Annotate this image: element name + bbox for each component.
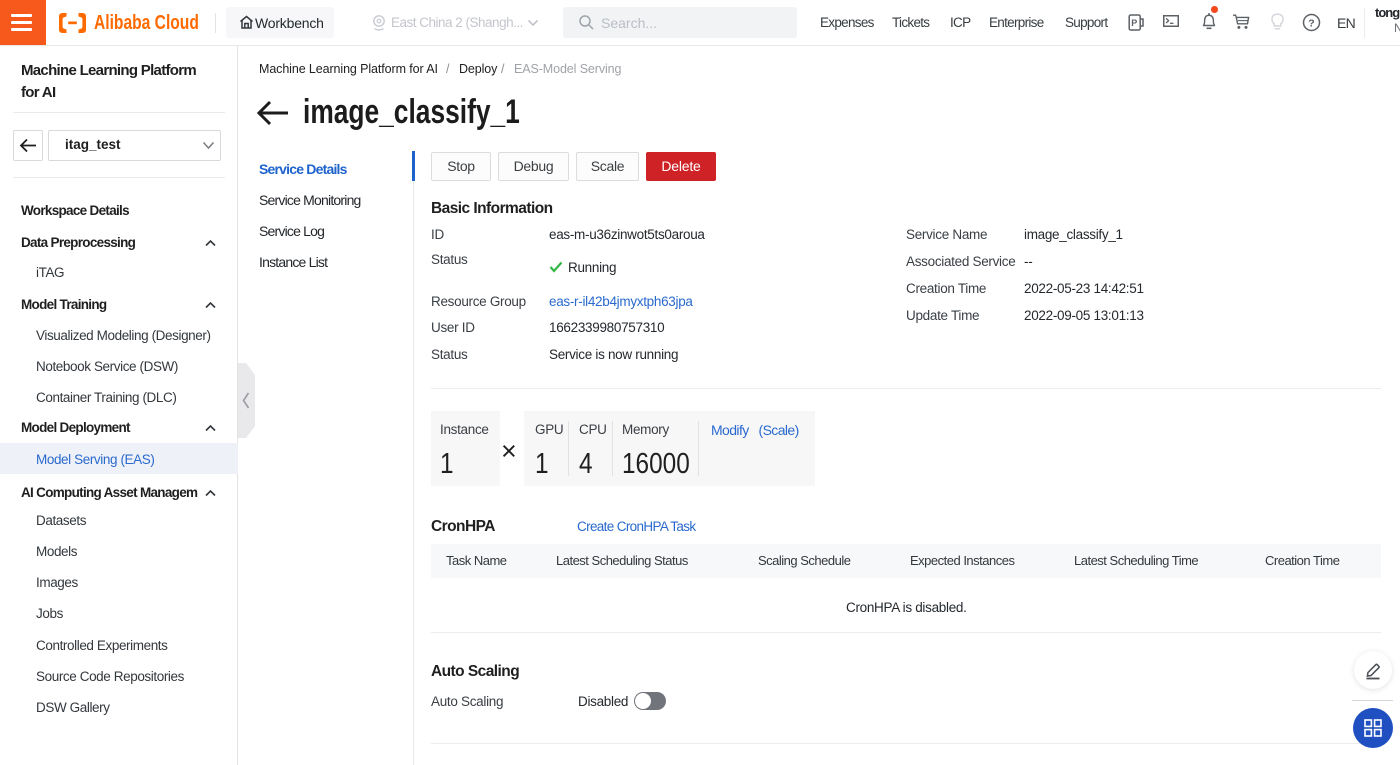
svg-text:P: P <box>1131 18 1137 28</box>
svg-text:?: ? <box>1308 17 1314 29</box>
